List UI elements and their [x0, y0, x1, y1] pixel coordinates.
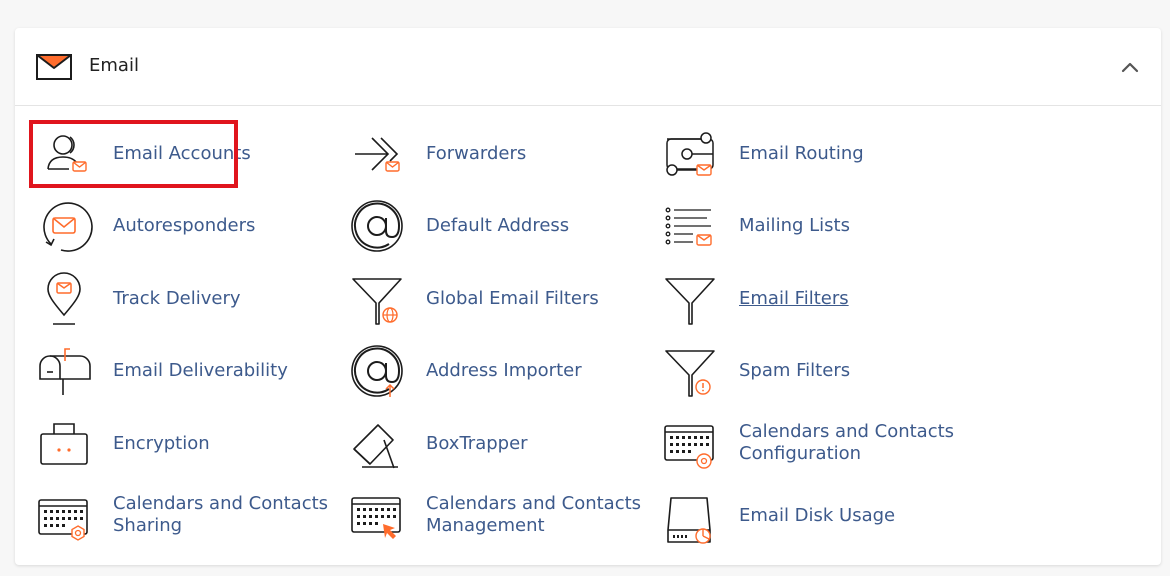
- item-label: Email Routing: [739, 143, 864, 164]
- item-label: Autoresponders: [113, 215, 256, 236]
- item-label: Spam Filters: [739, 360, 851, 381]
- track-delivery-link[interactable]: Track Delivery: [37, 269, 327, 329]
- filter-icon: [663, 269, 719, 329]
- mailing-list-icon: [663, 196, 719, 256]
- boxtrapper-link[interactable]: BoxTrapper: [350, 414, 640, 474]
- item-label: Calendars and Contacts Configuration: [739, 421, 955, 464]
- calendars-contacts-sharing-link[interactable]: Calendars and Contacts Sharing: [37, 486, 328, 546]
- item-label: Calendars and Contacts Management: [426, 493, 642, 536]
- email-deliverability-link[interactable]: Email Deliverability: [37, 341, 327, 401]
- item-label: Email Filters: [739, 288, 849, 309]
- item-label: Address Importer: [426, 360, 582, 381]
- forward-arrow-icon: [350, 124, 406, 184]
- calendar-cursor-icon: [350, 486, 406, 546]
- item-label: Forwarders: [426, 143, 527, 164]
- user-email-icon: [37, 124, 93, 184]
- disk-usage-icon: [663, 486, 719, 546]
- item-label: Email Deliverability: [113, 360, 288, 381]
- location-pin-email-icon: [37, 269, 93, 329]
- address-importer-link[interactable]: Address Importer: [350, 341, 640, 401]
- envelope-icon: [36, 53, 72, 81]
- autoresponders-link[interactable]: Autoresponders: [37, 196, 327, 256]
- item-label: Email Disk Usage: [739, 505, 896, 526]
- email-accounts-link[interactable]: Email Accounts: [37, 124, 327, 184]
- item-label: Default Address: [426, 215, 570, 236]
- item-label: Encryption: [113, 433, 210, 454]
- item-label: Global Email Filters: [426, 288, 599, 309]
- item-label: BoxTrapper: [426, 433, 528, 454]
- routing-icon: [663, 124, 719, 184]
- calendars-contacts-configuration-link[interactable]: Calendars and Contacts Configuration: [663, 414, 954, 474]
- at-sign-icon: [350, 196, 406, 256]
- mailing-lists-link[interactable]: Mailing Lists: [663, 196, 953, 256]
- calendars-contacts-management-link[interactable]: Calendars and Contacts Management: [350, 486, 641, 546]
- email-section-panel: Email Email Accounts Forwarders Email Ro…: [15, 28, 1161, 565]
- at-import-icon: [350, 341, 406, 401]
- calendar-gear-icon: [37, 486, 93, 546]
- box-trap-icon: [350, 414, 406, 474]
- forwarders-link[interactable]: Forwarders: [350, 124, 640, 184]
- chevron-up-icon[interactable]: [1119, 57, 1141, 79]
- filter-globe-icon: [350, 269, 406, 329]
- autoresponder-icon: [37, 196, 93, 256]
- email-filters-link[interactable]: Email Filters: [663, 269, 953, 329]
- email-routing-link[interactable]: Email Routing: [663, 124, 953, 184]
- item-label: Track Delivery: [113, 288, 241, 309]
- item-label: Calendars and Contacts Sharing: [113, 493, 329, 536]
- filter-alert-icon: [663, 341, 719, 401]
- default-address-link[interactable]: Default Address: [350, 196, 640, 256]
- spam-filters-link[interactable]: Spam Filters: [663, 341, 953, 401]
- email-disk-usage-link[interactable]: Email Disk Usage: [663, 486, 953, 546]
- item-label: Mailing Lists: [739, 215, 850, 236]
- calendar-at-icon: [663, 414, 719, 474]
- section-title: Email: [89, 55, 139, 76]
- global-email-filters-link[interactable]: Global Email Filters: [350, 269, 640, 329]
- item-label: Email Accounts: [113, 143, 251, 164]
- mailbox-icon: [37, 341, 93, 401]
- section-header[interactable]: Email: [15, 28, 1161, 106]
- encryption-link[interactable]: Encryption: [37, 414, 327, 474]
- briefcase-lock-icon: [37, 414, 93, 474]
